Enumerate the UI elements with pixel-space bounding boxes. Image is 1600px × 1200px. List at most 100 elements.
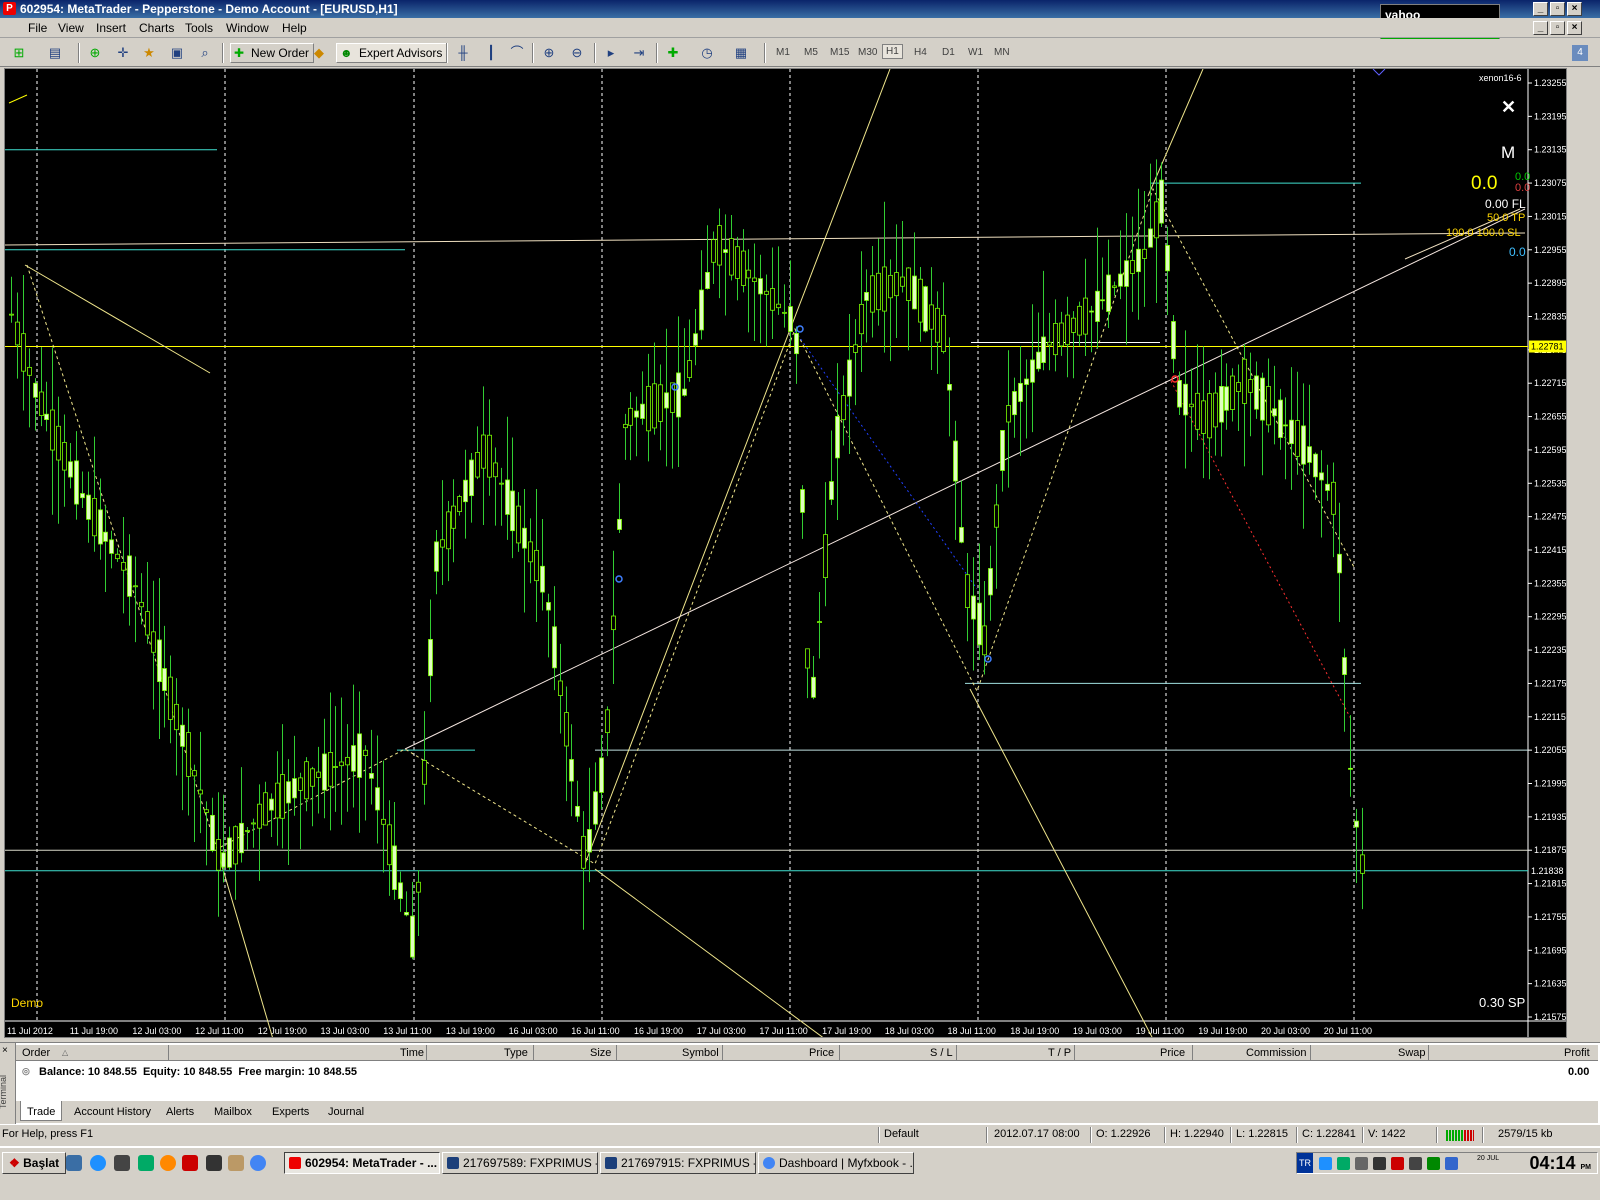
price-chart[interactable]: 1.23255 1.23195 1.23135 1.23075 1.23015 1.229… (4, 68, 1567, 1038)
network-icon[interactable] (1319, 1157, 1332, 1170)
candle-body-13 (86, 494, 91, 520)
language-indicator[interactable]: TR (1297, 1153, 1313, 1173)
indicators-icon[interactable]: ✚ (664, 44, 682, 62)
task-myfxbook[interactable]: Dashboard | Myfxbook - ... (758, 1152, 914, 1174)
col-commission[interactable]: Commission (1246, 1047, 1307, 1059)
col-order[interactable]: Order (22, 1047, 50, 1059)
candle-body-132 (788, 306, 793, 332)
tray-app3-icon[interactable] (1409, 1157, 1422, 1170)
col-tp[interactable]: T / P (1048, 1047, 1071, 1059)
timeframe-h4[interactable]: H4 (914, 47, 927, 58)
chart-restore-button[interactable]: ▫ (1550, 21, 1565, 35)
tray-app-icon[interactable] (1337, 1157, 1350, 1170)
tab-journal[interactable]: Journal (324, 1104, 368, 1122)
market-watch-icon[interactable]: ⊕ (86, 44, 104, 62)
timeframe-mn[interactable]: MN (994, 47, 1010, 58)
clock[interactable]: 04:14 PM (1529, 1153, 1591, 1174)
col-profit[interactable]: Profit (1564, 1047, 1590, 1059)
menu-help[interactable]: Help (282, 21, 307, 35)
quick-launch-app-icon[interactable] (114, 1155, 130, 1171)
timeframe-m30[interactable]: M30 (858, 47, 877, 58)
crosshair-icon[interactable]: ✛ (114, 44, 132, 62)
tray-app4-icon[interactable] (1427, 1157, 1440, 1170)
show-desktop-icon[interactable] (66, 1155, 82, 1171)
chart-shift-icon[interactable]: ⇥ (630, 44, 648, 62)
candle-body-117 (699, 289, 704, 331)
tab-mailbox[interactable]: Mailbox (210, 1104, 256, 1122)
start-button[interactable]: ❖ Başlat (2, 1152, 67, 1174)
col-price-current[interactable]: Price (1160, 1047, 1185, 1059)
col-type[interactable]: Type (504, 1047, 528, 1059)
tab-alerts[interactable]: Alerts (162, 1104, 198, 1122)
periods-icon[interactable]: ◷ (698, 44, 716, 62)
timeframe-h1[interactable]: H1 (882, 44, 903, 59)
zoom-in-icon[interactable]: ⊕ (540, 44, 558, 62)
candle-body-14 (92, 497, 97, 537)
menu-tools[interactable]: Tools (185, 21, 213, 35)
tab-experts[interactable]: Experts (268, 1104, 313, 1122)
timeframe-d1[interactable]: D1 (942, 47, 955, 58)
tab-trade[interactable]: Trade (20, 1101, 63, 1121)
favorites-icon[interactable]: ★ (140, 44, 158, 62)
minimize-button[interactable]: _ (1533, 2, 1548, 16)
close-button[interactable]: × (1567, 2, 1582, 16)
timeframe-m5[interactable]: M5 (804, 47, 818, 58)
navigator-icon[interactable]: ▣ (168, 44, 186, 62)
candle-body-170 (1012, 391, 1017, 416)
candle-body-126 (752, 277, 757, 282)
firefox-icon[interactable] (160, 1155, 176, 1171)
col-swap[interactable]: Swap (1398, 1047, 1426, 1059)
new-order-button[interactable]: ✚ New Order (230, 43, 315, 63)
task-metatrader[interactable]: 602954: MetaTrader - ... (284, 1152, 440, 1174)
menu-view[interactable]: View (58, 21, 84, 35)
tray-app2-icon[interactable] (1373, 1157, 1386, 1170)
antivirus-icon[interactable] (1391, 1157, 1404, 1170)
new-chart-icon[interactable]: ⊞ (10, 44, 28, 62)
task-fxprimus-2[interactable]: 217697915: FXPRIMUS - ... (600, 1152, 756, 1174)
col-time[interactable]: Time (400, 1047, 424, 1059)
col-sl[interactable]: S / L (930, 1047, 953, 1059)
profiles-icon[interactable]: ▤ (46, 44, 64, 62)
balance-row[interactable]: ◎ Balance: 10 848.55 Equity: 10 848.55 F… (16, 1063, 1598, 1081)
expert-advisors-button[interactable]: ☻ Expert Advisors (336, 43, 448, 63)
candle-body-215 (1278, 399, 1283, 438)
tray-app5-icon[interactable] (1445, 1157, 1458, 1170)
col-symbol[interactable]: Symbol (682, 1047, 719, 1059)
menu-charts[interactable]: Charts (139, 21, 174, 35)
bar-chart-icon[interactable]: ╫ (454, 44, 472, 62)
tester-icon[interactable]: ⌕ (196, 44, 214, 62)
timeframe-w1[interactable]: W1 (968, 47, 983, 58)
timeframe-m1[interactable]: M1 (776, 47, 790, 58)
chart-close-button[interactable]: × (1567, 21, 1582, 35)
menu-file[interactable]: File (28, 21, 47, 35)
templates-icon[interactable]: ▦ (732, 44, 750, 62)
restore-button[interactable]: ▫ (1550, 2, 1565, 16)
tab-account-history[interactable]: Account History (70, 1104, 155, 1122)
chart-canvas[interactable]: 1.23255 1.23195 1.23135 1.23075 1.23015 1.229… (5, 69, 1567, 1038)
zoom-out-icon[interactable]: ⊖ (568, 44, 586, 62)
internet-explorer-icon[interactable] (90, 1155, 106, 1171)
quick-launch-app2-icon[interactable] (138, 1155, 154, 1171)
metaeditor-icon[interactable]: ◆ (310, 44, 328, 62)
quick-launch-app5-icon[interactable] (228, 1155, 244, 1171)
col-price[interactable]: Price (809, 1047, 834, 1059)
menu-window[interactable]: Window (226, 21, 269, 35)
autoscroll-icon[interactable]: ▸ (602, 44, 620, 62)
timeframe-m15[interactable]: M15 (830, 47, 849, 58)
col-size[interactable]: Size (590, 1047, 611, 1059)
current-price-tag: 1.22781 (1531, 342, 1564, 352)
candle-body-125 (746, 269, 751, 279)
terminal-close-icon[interactable]: × (2, 1045, 8, 1056)
menu-insert[interactable]: Insert (96, 21, 126, 35)
quick-launch-app4-icon[interactable] (206, 1155, 222, 1171)
chart-minimize-button[interactable]: _ (1533, 21, 1548, 35)
status-profile[interactable]: Default (884, 1128, 919, 1140)
close-x-icon[interactable]: ✕ (1501, 97, 1516, 118)
task-fxprimus-1[interactable]: 217697589: FXPRIMUS - ... (442, 1152, 598, 1174)
chrome-quicklaunch-icon[interactable] (250, 1155, 266, 1171)
candlestick-icon[interactable]: ┃ (482, 44, 500, 62)
help-icon[interactable]: 4 (1572, 45, 1588, 61)
line-chart-icon[interactable]: ⌒ (508, 44, 526, 62)
volume-icon[interactable] (1355, 1157, 1368, 1170)
quick-launch-app3-icon[interactable] (182, 1155, 198, 1171)
